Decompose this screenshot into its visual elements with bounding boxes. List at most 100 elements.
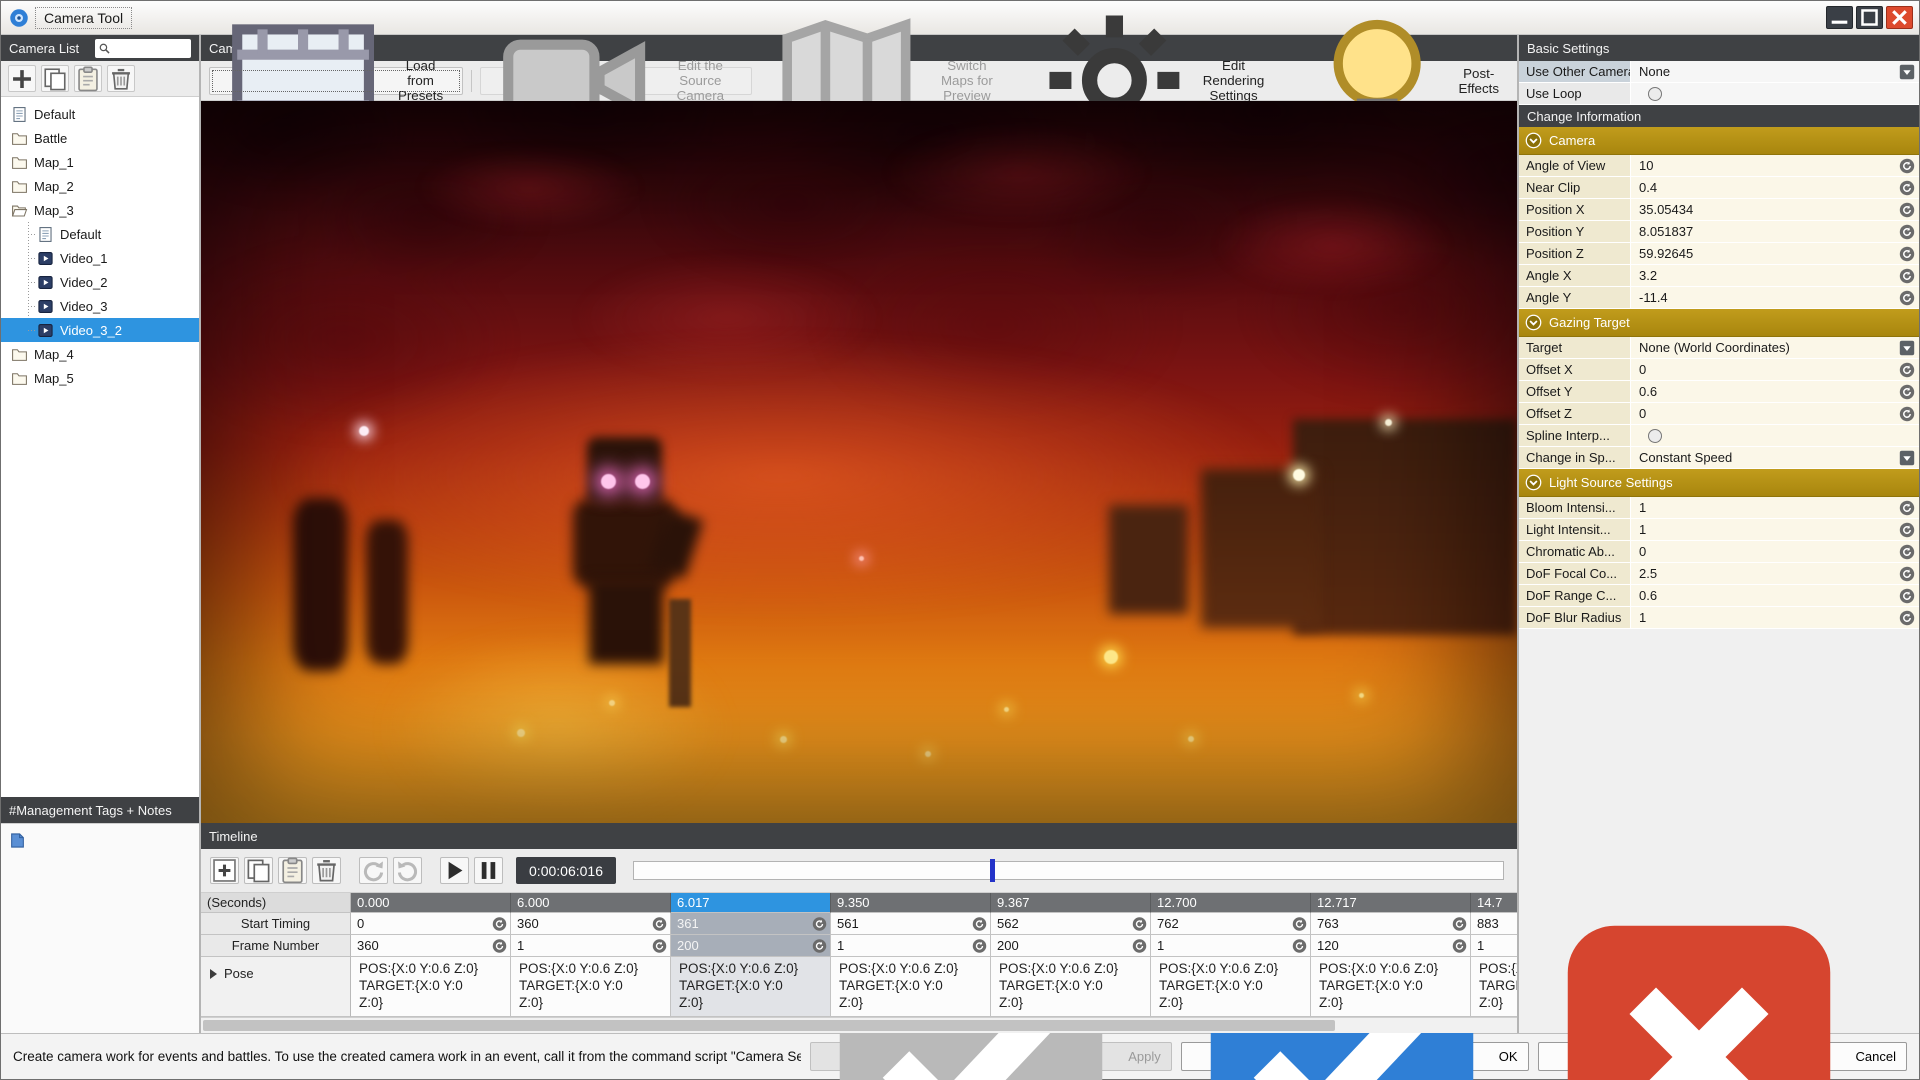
section-header-light-source[interactable]: Light Source Settings	[1519, 469, 1919, 497]
prop-value[interactable]: 35.05434	[1631, 202, 1895, 217]
add-camera-button[interactable]	[8, 65, 36, 92]
revert-icon[interactable]	[972, 938, 987, 953]
dropdown-icon[interactable]	[1899, 340, 1915, 356]
tree-item-map-5[interactable]: Map_5	[1, 366, 199, 390]
prop-value[interactable]: 1	[1631, 610, 1895, 625]
revert-icon[interactable]	[1132, 938, 1147, 953]
pose-cell-3[interactable]: POS:{X:0 Y:0.6 Z:0} TARGET:{X:0 Y:0 Z:0}	[831, 957, 991, 1017]
start-timing-cell-1[interactable]: 360	[511, 913, 671, 935]
tree-item-default[interactable]: Default	[1, 102, 199, 126]
prop-value[interactable]: 0	[1631, 362, 1895, 377]
revert-icon[interactable]	[812, 916, 827, 931]
start-timing-cell-4[interactable]: 562	[991, 913, 1151, 935]
management-tags-area[interactable]	[1, 823, 199, 1033]
tree-item-video-3-2[interactable]: Video_3_2	[1, 318, 199, 342]
timeline-scrubber[interactable]	[633, 859, 1504, 882]
revert-icon[interactable]	[1899, 588, 1915, 604]
dropdown-icon[interactable]	[1899, 450, 1915, 466]
pose-cell-2[interactable]: POS:{X:0 Y:0.6 Z:0} TARGET:{X:0 Y:0 Z:0}	[671, 957, 831, 1017]
tree-item-map-1[interactable]: Map_1	[1, 150, 199, 174]
tree-item-video-2[interactable]: Video_2	[1, 270, 199, 294]
pose-cell-6[interactable]: POS:{X:0 Y:0.6 Z:0} TARGET:{X:0 Y:0 Z:0}	[1311, 957, 1471, 1017]
prop-value[interactable]: 0.6	[1631, 384, 1895, 399]
revert-icon[interactable]	[1292, 938, 1307, 953]
revert-icon[interactable]	[1899, 202, 1915, 218]
pause-button[interactable]	[474, 857, 503, 884]
camera-list-search[interactable]	[95, 38, 191, 58]
revert-icon[interactable]	[1899, 544, 1915, 560]
copy-keyframe-button[interactable]	[244, 857, 273, 884]
start-timing-cell-0[interactable]: 0	[351, 913, 511, 935]
revert-icon[interactable]	[1132, 916, 1147, 931]
load-from-presets-button[interactable]: Load from Presets	[209, 24, 463, 137]
redo-button[interactable]	[359, 857, 388, 884]
ok-button[interactable]: OK	[1180, 925, 1529, 1080]
pose-cell-7[interactable]: POS:{X:0 Y:0.6 Z:0} TARGET:{X:0 Y:0 Z:0}	[1471, 957, 1517, 1017]
revert-icon[interactable]	[1899, 290, 1915, 306]
section-header-camera[interactable]: Camera	[1519, 127, 1919, 155]
frame-number-cell-5[interactable]: 1	[1151, 935, 1311, 957]
pose-cell-0[interactable]: POS:{X:0 Y:0.6 Z:0} TARGET:{X:0 Y:0 Z:0}	[351, 957, 511, 1017]
timeline-column-header-0[interactable]: 0.000	[351, 893, 511, 913]
edit-source-camera-button[interactable]: Edit the Source Camera	[479, 39, 752, 122]
revert-icon[interactable]	[1899, 610, 1915, 626]
timeline-column-header-3[interactable]: 9.350	[831, 893, 991, 913]
tree-item-map-2[interactable]: Map_2	[1, 174, 199, 198]
revert-icon[interactable]	[1899, 384, 1915, 400]
revert-icon[interactable]	[652, 938, 667, 953]
delete-keyframe-button[interactable]	[312, 857, 341, 884]
frame-number-cell-3[interactable]: 1	[831, 935, 991, 957]
revert-icon[interactable]	[492, 916, 507, 931]
revert-icon[interactable]	[1899, 224, 1915, 240]
prop-value[interactable]: 10	[1631, 158, 1895, 173]
prop-value[interactable]: 1	[1631, 500, 1895, 515]
revert-icon[interactable]	[1899, 500, 1915, 516]
post-effects-button[interactable]: Post-Effects	[1293, 20, 1509, 145]
prop-value[interactable]: 2.5	[1631, 566, 1895, 581]
revert-icon[interactable]	[492, 938, 507, 953]
expand-arrow-icon[interactable]	[210, 969, 217, 979]
start-timing-cell-7[interactable]: 883	[1471, 913, 1517, 935]
apply-button[interactable]: Apply	[810, 925, 1172, 1080]
timeline-column-header-4[interactable]: 9.367	[991, 893, 1151, 913]
frame-number-cell-1[interactable]: 1	[511, 935, 671, 957]
prop-value[interactable]: 0.4	[1631, 180, 1895, 195]
switch-maps-button[interactable]: Switch Maps for Preview	[760, 18, 1014, 143]
revert-icon[interactable]	[1899, 246, 1915, 262]
frame-number-cell-6[interactable]: 120	[1311, 935, 1471, 957]
use-other-camera-value[interactable]: None	[1631, 64, 1895, 79]
frame-number-cell-7[interactable]: 1	[1471, 935, 1517, 957]
prop-value[interactable]: 8.051837	[1631, 224, 1895, 239]
frame-number-cell-0[interactable]: 360	[351, 935, 511, 957]
delete-camera-button[interactable]	[107, 65, 135, 92]
prop-value[interactable]: 1	[1631, 522, 1895, 537]
edit-rendering-settings-button[interactable]: Edit Rendering Settings	[1028, 15, 1279, 146]
timeline-column-header-5[interactable]: 12.700	[1151, 893, 1311, 913]
copy-camera-button[interactable]	[41, 65, 69, 92]
scrollbar-thumb[interactable]	[203, 1020, 1335, 1031]
prop-value[interactable]: None (World Coordinates)	[1631, 340, 1895, 355]
prop-value[interactable]: -11.4	[1631, 290, 1895, 305]
tree-item-map-4[interactable]: Map_4	[1, 342, 199, 366]
tree-item-video-3[interactable]: Video_3	[1, 294, 199, 318]
prop-value[interactable]: 0.6	[1631, 588, 1895, 603]
tree-item-video-1[interactable]: Video_1	[1, 246, 199, 270]
maximize-button[interactable]	[1856, 6, 1883, 29]
revert-icon[interactable]	[1452, 916, 1467, 931]
prop-value[interactable]: Constant Speed	[1631, 450, 1895, 465]
prop-value[interactable]: 0	[1631, 544, 1895, 559]
revert-icon[interactable]	[1452, 938, 1467, 953]
revert-icon[interactable]	[972, 916, 987, 931]
paste-keyframe-button[interactable]	[278, 857, 307, 884]
pose-cell-5[interactable]: POS:{X:0 Y:0.6 Z:0} TARGET:{X:0 Y:0 Z:0}	[1151, 957, 1311, 1017]
frame-number-cell-4[interactable]: 200	[991, 935, 1151, 957]
tree-item-map3-default[interactable]: Default	[1, 222, 199, 246]
revert-icon[interactable]	[1899, 362, 1915, 378]
playhead[interactable]	[990, 859, 996, 882]
revert-icon[interactable]	[812, 938, 827, 953]
pose-cell-1[interactable]: POS:{X:0 Y:0.6 Z:0} TARGET:{X:0 Y:0 Z:0}	[511, 957, 671, 1017]
revert-icon[interactable]	[1899, 180, 1915, 196]
timeline-horizontal-scrollbar[interactable]	[201, 1017, 1517, 1033]
start-timing-cell-6[interactable]: 763	[1311, 913, 1471, 935]
minimize-button[interactable]	[1826, 6, 1853, 29]
